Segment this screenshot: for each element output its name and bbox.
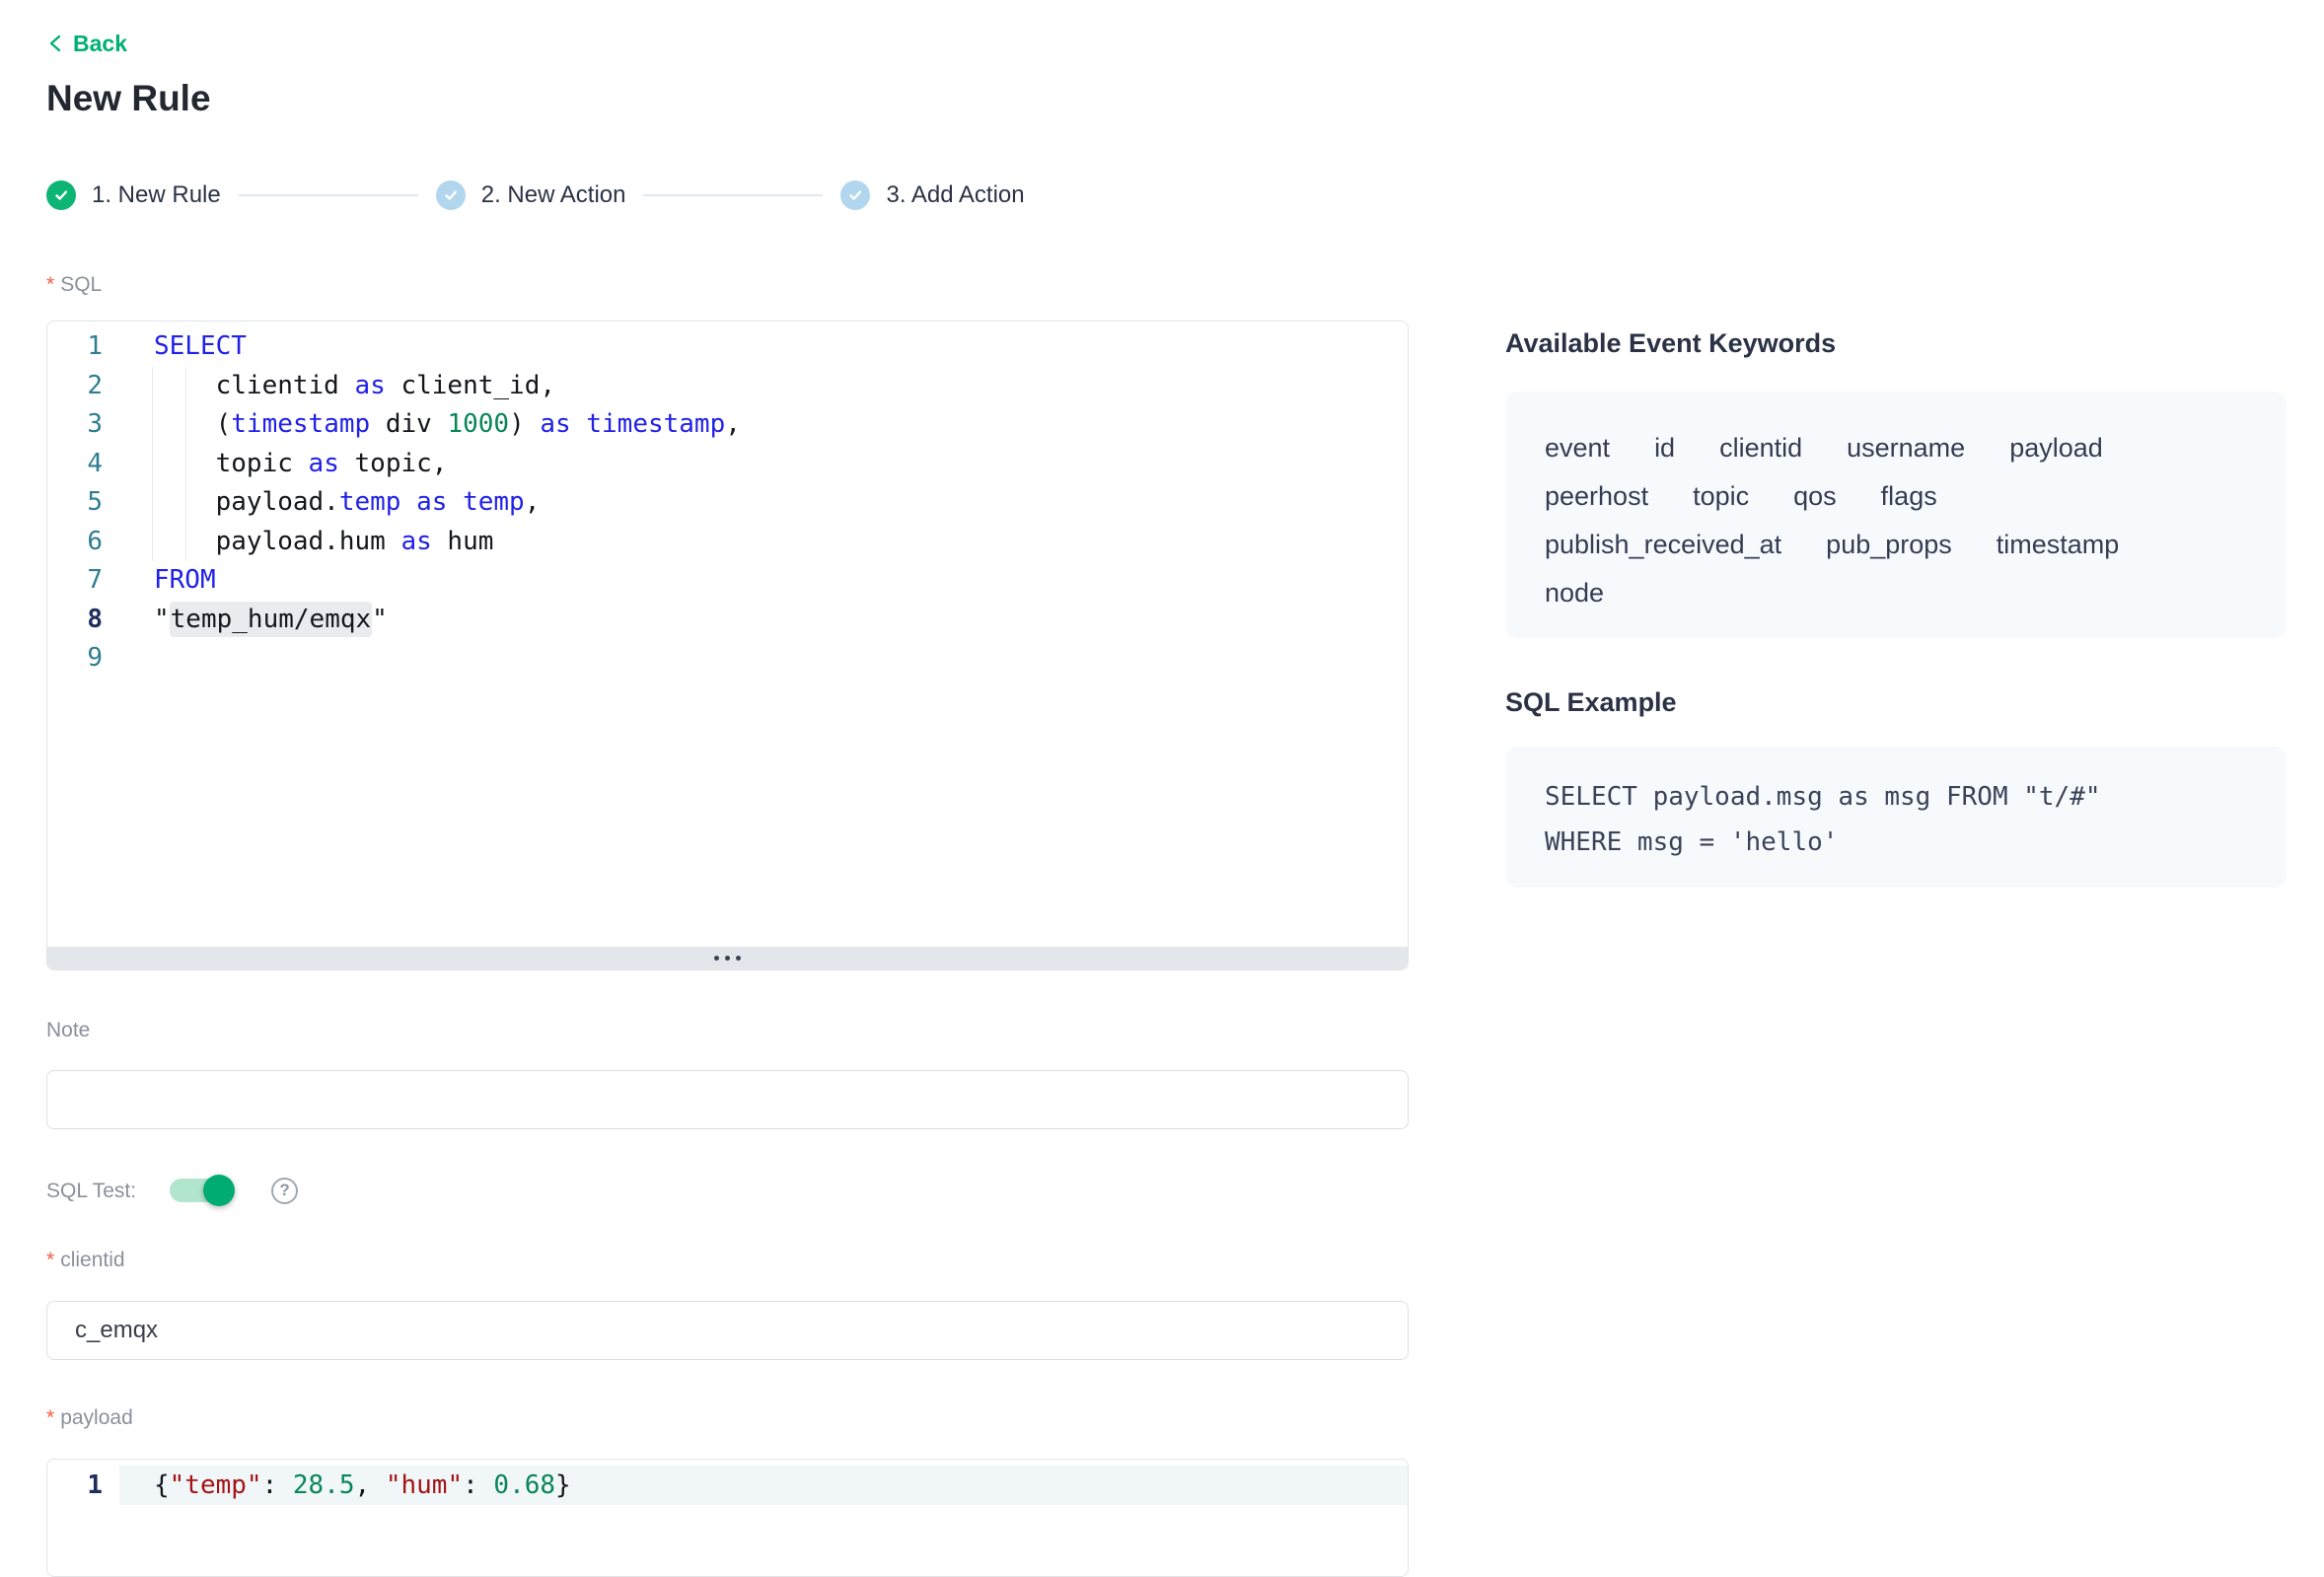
required-asterisk: *: [46, 1405, 54, 1430]
event-keyword: peerhost: [1545, 482, 1648, 510]
check-icon: [46, 180, 76, 210]
code-line[interactable]: 5 payload.temp as temp,: [47, 483, 1408, 523]
required-asterisk: *: [46, 272, 54, 297]
line-number: 8: [47, 601, 119, 640]
indent-guide: [185, 523, 186, 562]
code-line[interactable]: 9: [47, 639, 1408, 679]
required-asterisk: *: [46, 1248, 54, 1272]
step-2-new-action[interactable]: 2. New Action: [436, 180, 626, 210]
event-keyword: timestamp: [1997, 531, 2120, 558]
event-keyword: clientid: [1719, 434, 1802, 462]
event-keyword: pub_props: [1826, 531, 1952, 558]
back-button[interactable]: Back: [46, 31, 127, 56]
code-line[interactable]: 6 payload.hum as hum: [47, 523, 1408, 562]
event-keyword: node: [1545, 579, 1604, 607]
step-3-add-action[interactable]: 3. Add Action: [840, 180, 1024, 210]
code-line[interactable]: 2 clientid as client_id,: [47, 367, 1408, 406]
code-line[interactable]: 4 topic as topic,: [47, 445, 1408, 484]
page-title: New Rule: [46, 79, 1409, 118]
clientid-label: * clientid: [46, 1248, 1409, 1272]
chevron-left-icon: [46, 34, 64, 53]
toggle-knob: [203, 1175, 235, 1206]
line-number: 6: [47, 523, 119, 562]
sql-label: * SQL: [46, 272, 1409, 297]
sql-code-area[interactable]: 1SELECT2 clientid as client_id,3 (timest…: [47, 322, 1408, 947]
line-number: 5: [47, 483, 119, 523]
payload-editor[interactable]: 1{"temp": 28.5, "hum": 0.68}: [46, 1459, 1409, 1577]
code-line[interactable]: 3 (timestamp div 1000) as timestamp,: [47, 405, 1408, 445]
clientid-input[interactable]: [46, 1301, 1409, 1360]
indent-guide: [185, 445, 186, 484]
step-label: 1. New Rule: [92, 181, 221, 209]
editor-resize-handle[interactable]: [47, 947, 1408, 969]
code-line[interactable]: 7FROM: [47, 561, 1408, 601]
sql-example-card: SELECT payload.msg as msg FROM "t/#" WHE…: [1505, 747, 2287, 888]
keywords-title: Available Event Keywords: [1505, 328, 2287, 358]
sql-test-toggle[interactable]: [170, 1179, 233, 1202]
event-keyword: topic: [1693, 482, 1749, 510]
event-keyword: flags: [1881, 482, 1937, 510]
step-connector: [239, 194, 418, 196]
check-icon: [436, 180, 466, 210]
indent-guide: [152, 445, 153, 484]
event-keyword: id: [1654, 434, 1675, 462]
line-number: 2: [47, 367, 119, 406]
code-line[interactable]: 1{"temp": 28.5, "hum": 0.68}: [47, 1466, 1408, 1505]
help-panel: Available Event Keywords event id clientid…: [1505, 328, 2287, 888]
main-column: Back New Rule 1. New Rule 2. New Action …: [46, 0, 1409, 1577]
event-keyword: qos: [1793, 482, 1837, 510]
check-icon: [840, 180, 870, 210]
event-keyword: publish_received_at: [1545, 531, 1781, 558]
line-number: 3: [47, 405, 119, 445]
event-keyword: payload: [2009, 434, 2103, 462]
indent-guide: [152, 483, 153, 523]
step-label: 2. New Action: [481, 181, 626, 209]
indent-guide: [152, 405, 153, 445]
payload-code-area[interactable]: 1{"temp": 28.5, "hum": 0.68}: [47, 1460, 1408, 1505]
example-title: SQL Example: [1505, 687, 2287, 717]
sql-editor[interactable]: 1SELECT2 clientid as client_id,3 (timest…: [46, 321, 1409, 970]
question-mark-icon[interactable]: ?: [271, 1178, 298, 1204]
sql-example-code: SELECT payload.msg as msg FROM "t/#": [1545, 774, 2257, 820]
sql-test-label: SQL Test:: [46, 1179, 136, 1203]
indent-guide: [185, 483, 186, 523]
indent-guide: [185, 405, 186, 445]
keywords-card: event id clientid username payload peerhost to…: [1505, 392, 2287, 638]
wizard-stepper: 1. New Rule 2. New Action 3. Add Action: [46, 180, 1409, 210]
back-label: Back: [73, 31, 127, 57]
event-keyword: event: [1545, 434, 1610, 462]
indent-guide: [152, 523, 153, 562]
indent-guide: [185, 367, 186, 406]
sql-example-code: WHERE msg = 'hello': [1545, 820, 2257, 865]
step-label: 3. Add Action: [886, 181, 1024, 209]
line-number: 4: [47, 445, 119, 484]
event-keyword: username: [1847, 434, 1965, 462]
note-label: Note: [46, 1018, 1409, 1042]
code-line[interactable]: 8"temp_hum/emqx": [47, 601, 1408, 640]
indent-guide: [152, 367, 153, 406]
line-number: 7: [47, 561, 119, 601]
sql-test-row: SQL Test: ?: [46, 1175, 1409, 1206]
ellipsis-icon: [714, 956, 741, 961]
step-1-new-rule[interactable]: 1. New Rule: [46, 180, 221, 210]
note-input[interactable]: [46, 1070, 1409, 1129]
payload-label: * payload: [46, 1405, 1409, 1430]
line-number: 1: [47, 1466, 119, 1505]
step-connector: [643, 194, 823, 196]
line-number: 1: [47, 327, 119, 367]
code-line[interactable]: 1SELECT: [47, 327, 1408, 367]
line-number: 9: [47, 639, 119, 679]
